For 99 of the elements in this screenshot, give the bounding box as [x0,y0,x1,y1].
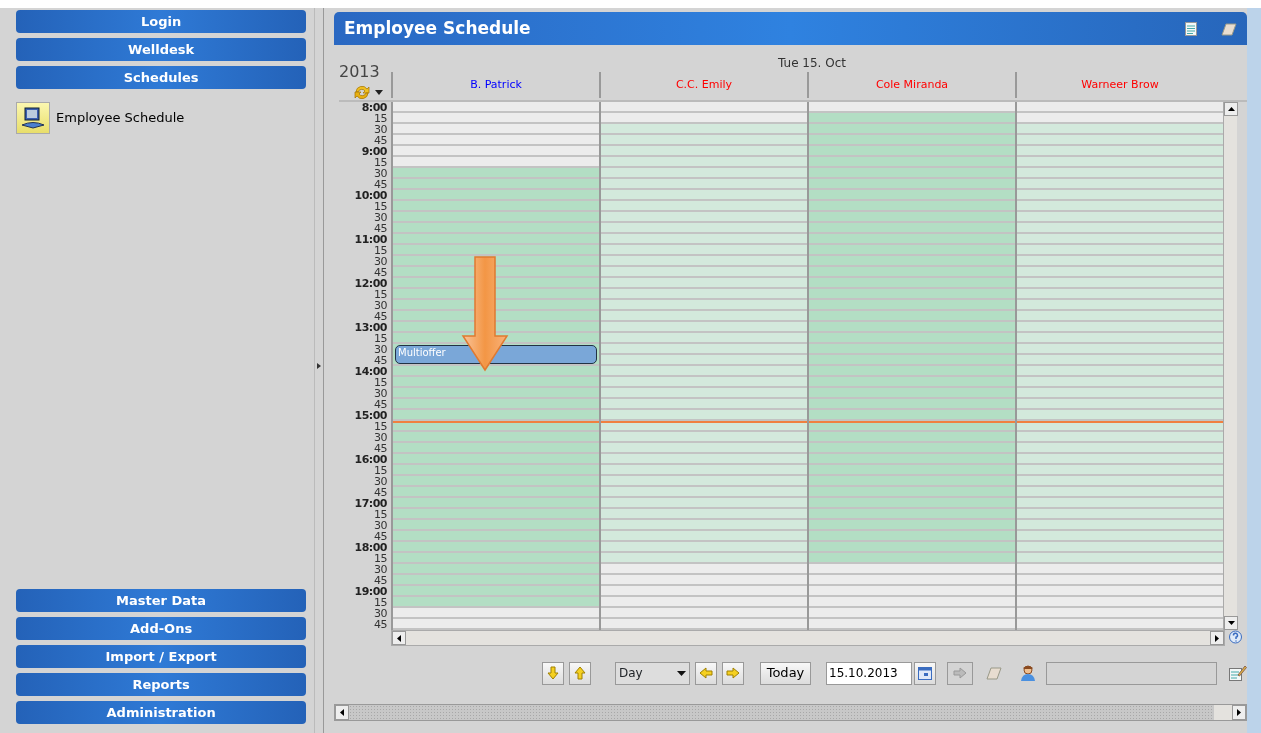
time-label: 15 [373,597,388,608]
today-button[interactable]: Today [760,661,811,685]
bottom-scrollbar[interactable] [334,704,1247,721]
time-label: 30 [373,300,388,311]
menu-button[interactable]: Schedules [16,66,307,89]
calendar-button[interactable] [914,661,936,685]
scroll-down-icon[interactable] [1227,621,1235,625]
text-field[interactable] [1046,661,1217,685]
right-arrow-icon [726,667,740,679]
year-label: 2013 [339,61,381,83]
time-label: 30 [373,520,388,531]
time-label: 15 [373,201,388,212]
calendar-icon [918,666,932,680]
column-header[interactable]: C.C. Emily [599,72,807,98]
arrow-icon [953,667,967,679]
left-arrow-icon [699,667,713,679]
time-label: 15 [373,421,388,432]
down-arrow-button[interactable] [542,661,564,685]
time-label: 45 [373,267,388,278]
up-arrow-button[interactable] [569,661,591,685]
left-arrow-button[interactable] [695,661,717,685]
time-label: 16:00 [353,454,388,465]
menu-button[interactable]: Administration [16,701,307,724]
column-header[interactable]: Warneer Brow [1015,72,1223,98]
eraser-icon[interactable] [1221,21,1237,36]
column-header[interactable]: B. Patrick [391,72,599,98]
time-label: 8:00 [360,102,388,113]
help-icon[interactable] [1229,630,1242,644]
menu-button[interactable]: Reports [16,673,307,696]
scroll-left-icon[interactable] [397,634,401,642]
time-label: 45 [373,487,388,498]
panel-title: Employee Schedule [344,18,532,39]
menu-button[interactable]: Add-Ons [16,617,307,640]
time-label: 10:00 [353,190,388,201]
monitor-icon [21,107,45,129]
person-icon[interactable] [1020,665,1036,681]
time-label: 11:00 [353,234,388,245]
date-heading: Tue 15. Oct [777,55,847,72]
time-label: 15 [373,113,388,124]
time-label: 13:00 [353,322,388,333]
edit-note-icon[interactable] [1229,665,1247,681]
right-arrow-button[interactable] [722,661,744,685]
time-label: 9:00 [360,146,388,157]
sidebar-item[interactable]: Employee Schedule [16,102,185,134]
time-label: 30 [373,212,388,223]
view-select[interactable]: Day [615,661,690,685]
scrollbar-thumb[interactable] [1214,705,1232,720]
caret-icon[interactable] [375,89,383,95]
time-label: 30 [373,124,388,135]
scroll-up-icon[interactable] [1227,107,1235,111]
time-label: 15 [373,553,388,564]
time-label: 45 [373,355,388,366]
down-arrow-icon [547,666,559,680]
time-label: 30 [373,256,388,267]
caret-icon [677,670,686,676]
menu-button[interactable]: Welldesk [16,38,307,61]
time-label: 15 [373,465,388,476]
time-label: 19:00 [353,586,388,597]
time-label: 30 [373,168,388,179]
time-label: 15 [373,245,388,256]
vertical-scrollbar[interactable] [1223,102,1237,630]
time-label: 15 [373,509,388,520]
splitter-handle-icon[interactable] [317,363,322,369]
time-label: 45 [373,135,388,146]
time-label: 18:00 [353,542,388,553]
time-label: 17:00 [353,498,388,509]
time-label: 45 [373,311,388,322]
time-label: 15 [373,157,388,168]
horizontal-scrollbar[interactable] [391,630,1225,646]
scroll-right-icon[interactable] [1215,634,1219,642]
time-label: 30 [373,476,388,487]
time-label: 12:00 [353,278,388,289]
time-label: 30 [373,344,388,355]
eraser-icon[interactable] [986,666,1002,680]
time-label: 30 [373,608,388,619]
time-label: 45 [373,399,388,410]
time-label: 30 [373,564,388,575]
up-arrow-icon [574,666,586,680]
time-label: 30 [373,432,388,443]
time-label: 15:00 [353,410,388,421]
time-label: 45 [373,179,388,190]
time-label: 30 [373,388,388,399]
time-label: 45 [373,223,388,234]
time-label: 15 [373,289,388,300]
time-label: 15 [373,333,388,344]
document-icon[interactable] [1185,21,1197,36]
scroll-left-icon[interactable] [340,709,344,716]
menu-button[interactable]: Import / Export [16,645,307,668]
time-label: 45 [373,443,388,454]
time-label: 15 [373,377,388,388]
column-header[interactable]: Cole Miranda [807,72,1015,98]
time-label: 14:00 [353,366,388,377]
menu-button[interactable]: Master Data [16,589,307,612]
time-label: 45 [373,619,388,630]
scroll-right-icon[interactable] [1237,709,1241,716]
menu-button[interactable]: Login [16,10,307,33]
time-label: 45 [373,575,388,586]
time-label: 45 [373,531,388,542]
date-field[interactable]: 15.10.2013 [826,661,912,685]
